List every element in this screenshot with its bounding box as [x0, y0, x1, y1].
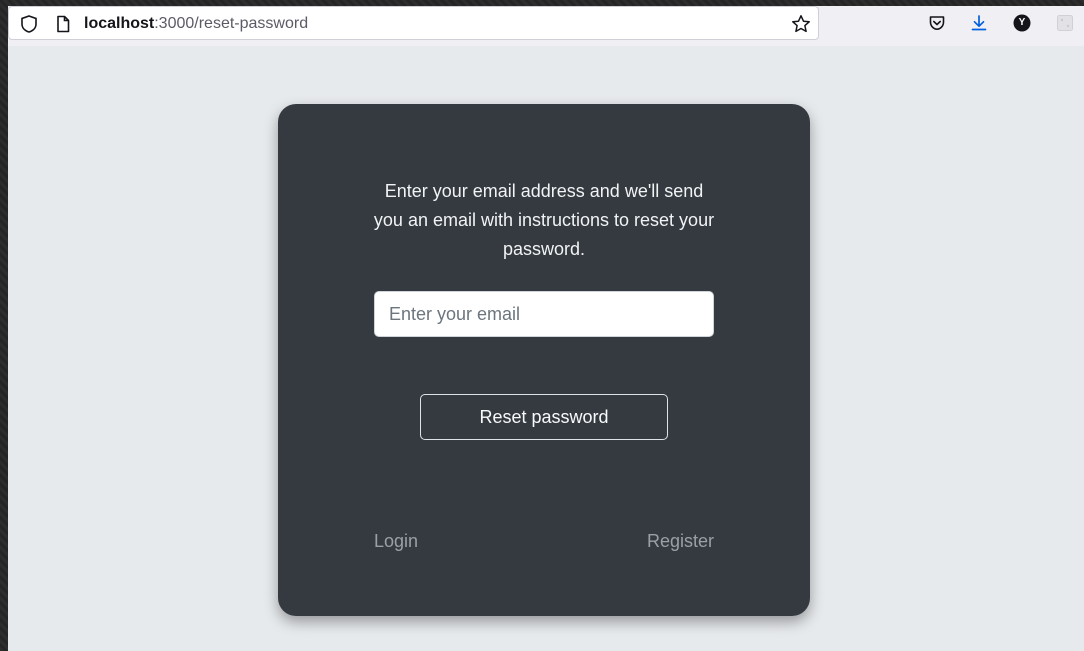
avatar-letter: Y [1018, 17, 1026, 28]
page-icon[interactable] [53, 14, 73, 34]
register-link[interactable]: Register [647, 529, 714, 553]
browser-toolbar: localhost:3000/reset-password Y [8, 6, 1084, 47]
email-input[interactable] [374, 291, 714, 337]
page-content: Enter your email address and we'll send … [8, 46, 1084, 651]
url-path: :3000/reset-password [154, 15, 309, 32]
reset-password-button[interactable]: Reset password [420, 394, 668, 440]
reset-password-card: Enter your email address and we'll send … [278, 104, 810, 616]
extension-icon[interactable] [1055, 13, 1075, 33]
url-host: localhost [84, 15, 155, 32]
instructions-text: Enter your email address and we'll send … [373, 181, 715, 259]
download-icon[interactable] [969, 13, 989, 33]
shield-icon[interactable] [19, 14, 39, 34]
address-text[interactable]: localhost:3000/reset-password [84, 14, 308, 34]
login-link[interactable]: Login [374, 529, 418, 553]
account-avatar-icon[interactable]: Y [1012, 13, 1032, 33]
address-bar[interactable]: localhost:3000/reset-password [8, 6, 819, 40]
pocket-icon[interactable] [927, 13, 947, 33]
star-icon[interactable] [791, 14, 811, 34]
browser-window: localhost:3000/reset-password Y Enter yo… [8, 6, 1084, 651]
